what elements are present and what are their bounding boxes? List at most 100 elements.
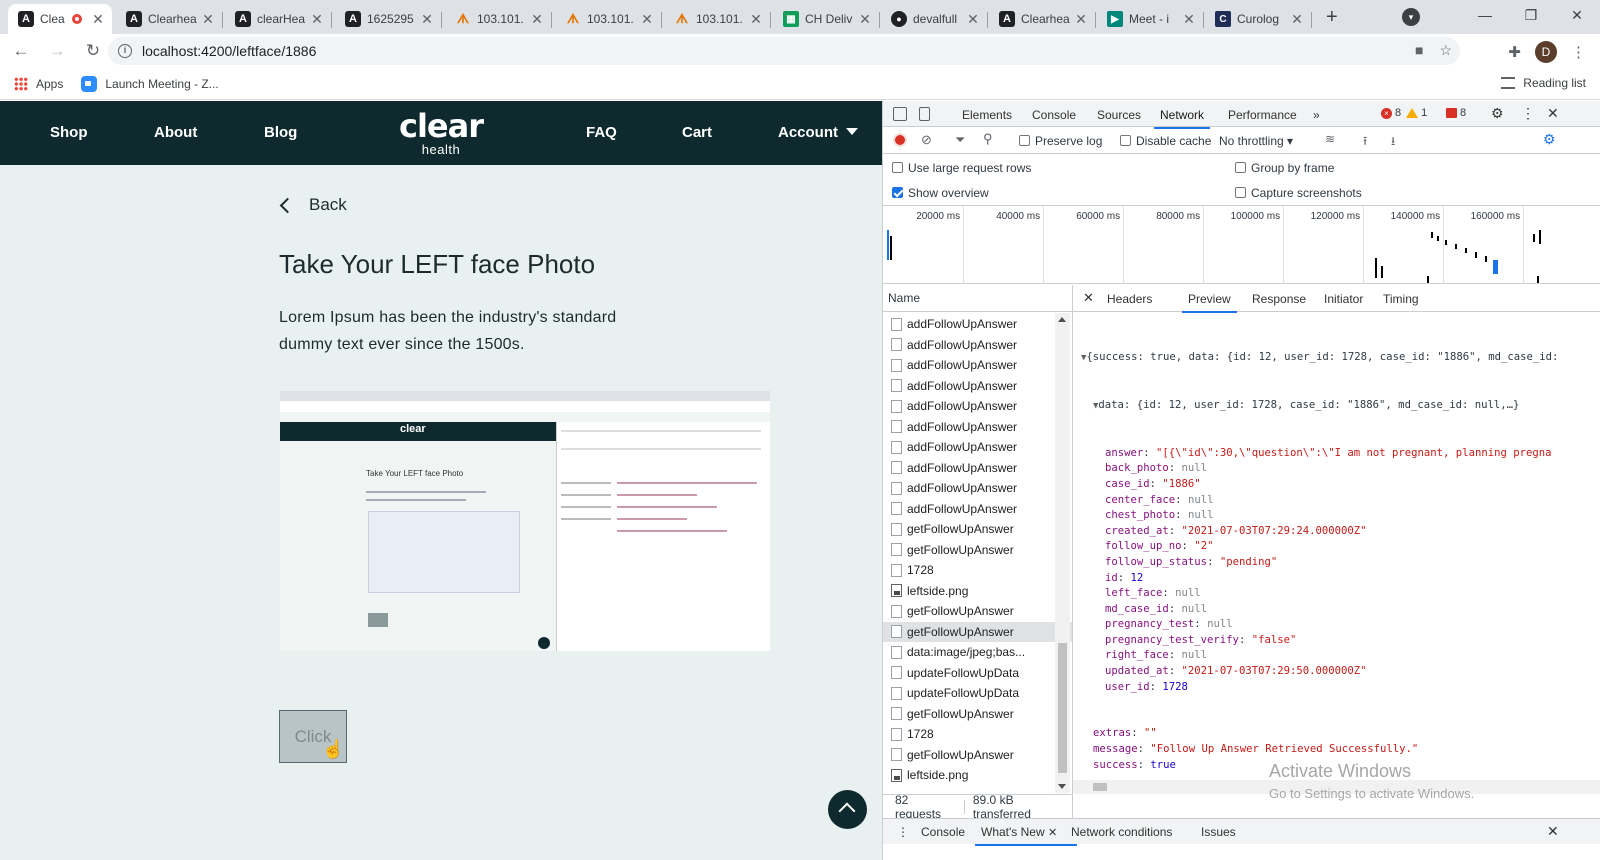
drawer-tab-network-conditions[interactable]: Network conditions <box>1071 825 1172 839</box>
close-tab-icon[interactable]: ✕ <box>200 11 216 28</box>
browser-tab[interactable]: ᗑ 103.101. ✕ <box>555 4 662 34</box>
close-tab-icon[interactable]: ✕ <box>309 11 325 28</box>
close-tab-icon[interactable]: ✕ <box>419 11 435 28</box>
close-tab-icon[interactable]: ✕ <box>1181 11 1197 28</box>
json-property[interactable]: pregnancy_test: null <box>1105 617 1558 633</box>
request-row[interactable]: updateFollowUpData <box>883 683 1072 704</box>
request-row[interactable]: addFollowUpAnswer <box>883 355 1072 376</box>
browser-tab[interactable]: C Curolog ✕ <box>1205 4 1312 34</box>
json-preview[interactable]: ▼{success: true, data: {id: 12, user_id:… <box>1081 319 1558 794</box>
more-tabs-icon[interactable]: » <box>1313 108 1320 122</box>
forward-arrow-icon[interactable]: → <box>42 41 72 61</box>
browser-tab[interactable]: AclearHea ✕ <box>225 4 332 34</box>
reading-list[interactable]: Reading list <box>1501 76 1586 90</box>
request-row[interactable]: addFollowUpAnswer <box>883 478 1072 499</box>
scroll-to-top-button[interactable] <box>828 790 867 829</box>
request-row[interactable]: addFollowUpAnswer <box>883 335 1072 356</box>
detail-tab-timing[interactable]: Timing <box>1383 292 1419 306</box>
record-icon[interactable] <box>893 133 907 147</box>
json-property[interactable]: pregnancy_test_verify: "false" <box>1105 633 1558 649</box>
site-info-icon[interactable]: i <box>118 44 132 58</box>
preview-root-line[interactable]: ▼{success: true, data: {id: 12, user_id:… <box>1081 350 1558 367</box>
devtools-tab-performance[interactable]: Performance <box>1228 108 1297 122</box>
devtools-tab-network[interactable]: Network <box>1153 108 1211 129</box>
json-property[interactable]: updated_at: "2021-07-03T07:29:50.000000Z… <box>1105 664 1558 680</box>
nav-about[interactable]: About <box>154 124 197 141</box>
settings-gear-icon[interactable]: ⚙ <box>1491 105 1504 122</box>
close-tab-icon[interactable]: ✕ <box>965 11 981 28</box>
json-property[interactable]: case_id: "1886" <box>1105 477 1558 493</box>
close-detail-icon[interactable]: ✕ <box>1083 290 1094 306</box>
group-by-frame-checkbox[interactable]: Group by frame <box>1235 161 1334 175</box>
request-row[interactable]: getFollowUpAnswer <box>883 621 1072 642</box>
request-row[interactable]: updateFollowUpData <box>883 663 1072 684</box>
network-settings-icon[interactable]: ⚙ <box>1543 131 1556 148</box>
browser-tab[interactable]: ᗑ 103.101. ✕ <box>445 4 552 34</box>
nav-account[interactable]: Account <box>778 124 858 141</box>
capture-screenshots-checkbox[interactable]: Capture screenshots <box>1235 186 1362 200</box>
tab-search-icon[interactable]: ▾ <box>1402 8 1420 26</box>
json-property[interactable]: extras: "" <box>1093 726 1558 742</box>
disable-cache-checkbox[interactable]: Disable cache <box>1120 134 1211 148</box>
bookmark-apps[interactable]: Apps <box>14 76 63 91</box>
request-row[interactable]: addFollowUpAnswer <box>883 376 1072 397</box>
inspect-element-icon[interactable] <box>893 107 907 121</box>
site-logo[interactable]: clear health <box>396 109 486 157</box>
scroll-down-icon[interactable] <box>1058 784 1066 789</box>
close-drawer-icon[interactable]: ✕ <box>1547 823 1559 840</box>
request-row[interactable]: getFollowUpAnswer <box>883 519 1072 540</box>
address-url[interactable]: localhost:4200/leftface/1886 <box>142 43 316 59</box>
close-window-icon[interactable]: ✕ <box>1554 0 1600 34</box>
nav-faq[interactable]: FAQ <box>586 124 617 141</box>
request-row[interactable]: leftside.png <box>883 765 1072 786</box>
drawer-tab-whats-new[interactable]: What's New ✕ <box>974 825 1078 846</box>
request-row[interactable]: leftside.png <box>883 581 1072 602</box>
request-row[interactable]: addFollowUpAnswer <box>883 314 1072 335</box>
restore-icon[interactable]: ❐ <box>1508 0 1554 34</box>
json-property[interactable]: md_case_id: null <box>1105 602 1558 618</box>
request-row[interactable]: addFollowUpAnswer <box>883 396 1072 417</box>
error-warning-badge[interactable]: × 8 1 <box>1381 107 1427 119</box>
browser-tab[interactable]: ● devalfull ✕ <box>881 4 988 34</box>
drawer-tab-issues[interactable]: Issues <box>1201 825 1236 839</box>
network-overview[interactable]: 20000 ms 40000 ms 60000 ms 80000 ms 100000 m… <box>883 206 1600 284</box>
clear-icon[interactable]: ⊘ <box>921 132 932 148</box>
request-row[interactable]: getFollowUpAnswer <box>883 601 1072 622</box>
close-tab-icon[interactable]: ✕ <box>90 11 106 28</box>
json-property[interactable]: id: 12 <box>1105 571 1558 587</box>
detail-tab-headers[interactable]: Headers <box>1107 292 1152 306</box>
request-row[interactable]: getFollowUpAnswer <box>883 540 1072 561</box>
close-tab-icon[interactable]: ✕ <box>639 11 655 28</box>
browser-tab[interactable]: ▶ Meet - i ✕ <box>1097 4 1204 34</box>
drawer-tab-console[interactable]: Console <box>921 825 965 839</box>
bookmark-star-icon[interactable]: ☆ <box>1439 42 1452 59</box>
large-rows-checkbox[interactable]: Use large request rows <box>892 161 1031 175</box>
scroll-up-icon[interactable] <box>1058 317 1066 322</box>
browser-tab[interactable]: ᗑ 103.101. ✕ <box>664 4 771 34</box>
json-property[interactable]: chest_photo: null <box>1105 508 1558 524</box>
json-property[interactable]: answer: "[{\"id\":30,\"question\":\"I am… <box>1105 446 1558 462</box>
minimize-icon[interactable]: — <box>1462 0 1508 34</box>
bookmark-zoom[interactable]: Launch Meeting - Z... <box>81 75 219 92</box>
profile-avatar[interactable]: D <box>1535 41 1557 63</box>
request-row[interactable]: data:image/jpeg;bas... <box>883 642 1072 663</box>
json-property[interactable]: follow_up_status: "pending" <box>1105 555 1558 571</box>
preview-data-line[interactable]: ▼data: {id: 12, user_id: 1728, case_id: … <box>1081 398 1558 415</box>
new-tab-button[interactable]: + <box>1326 6 1338 29</box>
search-icon[interactable]: ⚲ <box>983 131 993 147</box>
issues-badge[interactable]: 8 <box>1441 107 1466 119</box>
request-row[interactable]: 1728 <box>883 724 1072 745</box>
browser-tab[interactable]: A Clea ✕ <box>8 4 112 34</box>
json-property[interactable]: center_face: null <box>1105 493 1558 509</box>
nav-shop[interactable]: Shop <box>50 124 88 141</box>
json-property[interactable]: follow_up_no: "2" <box>1105 539 1558 555</box>
import-har-icon[interactable]: ⭱ <box>1363 132 1367 153</box>
request-row[interactable]: 1728 <box>883 560 1072 581</box>
request-row[interactable]: addFollowUpAnswer <box>883 458 1072 479</box>
close-tab-icon[interactable]: ✕ <box>1073 11 1089 28</box>
back-link[interactable]: Back <box>278 195 347 215</box>
close-tab-icon[interactable]: ✕ <box>1048 827 1057 839</box>
json-property[interactable]: back_photo: null <box>1105 461 1558 477</box>
request-row[interactable]: getFollowUpAnswer <box>883 745 1072 766</box>
browser-tab[interactable]: A Clearhea ✕ <box>116 4 223 34</box>
